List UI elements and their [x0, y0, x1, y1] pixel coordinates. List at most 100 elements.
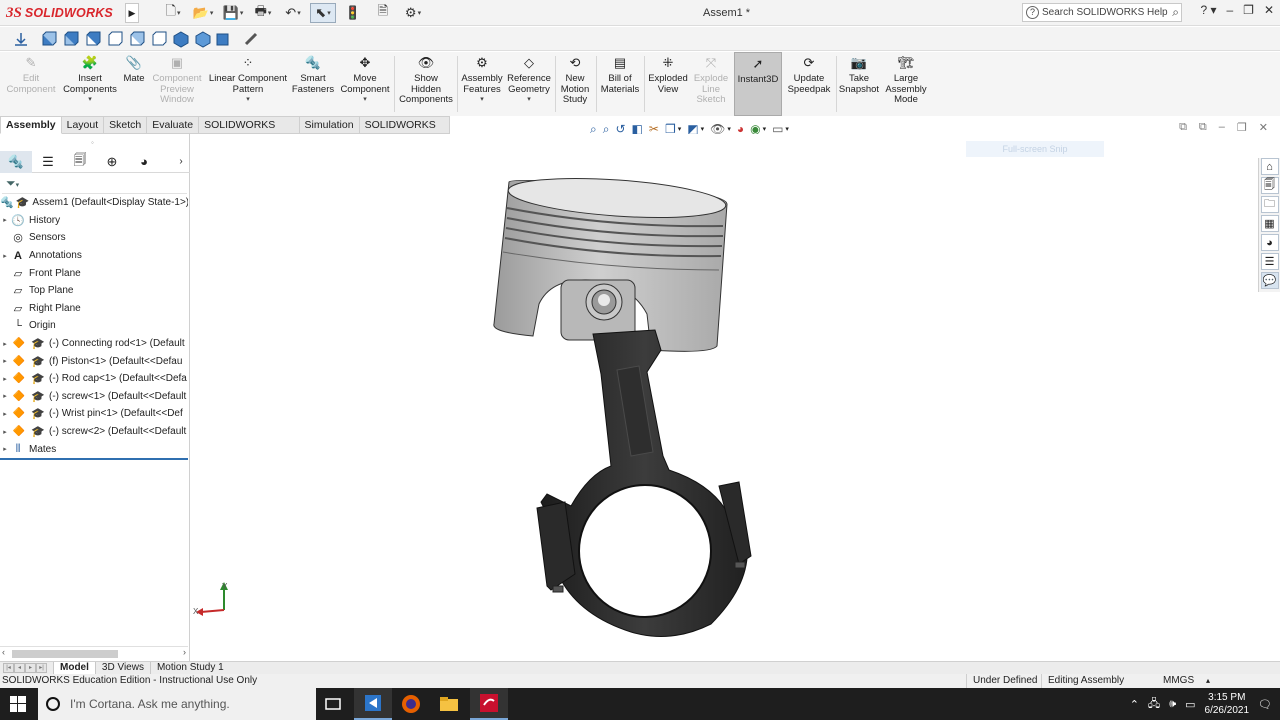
forum-icon[interactable]: 💬 — [1260, 272, 1279, 289]
display-manager-tab-icon[interactable]: ◕ — [128, 151, 160, 173]
graphics-area[interactable]: Full-screen Snip Y X — [191, 134, 1258, 661]
trimetric-view-icon[interactable] — [194, 30, 212, 48]
viewport-next-icon[interactable]: ⧉ — [1199, 121, 1207, 134]
chevron-down-icon[interactable]: ▾ — [527, 95, 531, 106]
chevron-down-icon[interactable]: ▾ — [480, 95, 484, 106]
link-view-icon[interactable] — [242, 30, 260, 48]
options-gear-button[interactable]: ⚙ ▾ — [400, 3, 426, 23]
show-hidden-icons-icon[interactable]: ⌃ — [1130, 698, 1139, 711]
configuration-manager-tab-icon[interactable]: 🗐 — [64, 151, 96, 173]
undo-button[interactable]: ↶ ▾ — [280, 3, 306, 23]
bill-of-materials-button[interactable]: ▤ Bill of Materials — [599, 54, 641, 114]
update-speedpak-button[interactable]: ⟳ Update Speedpak — [785, 54, 833, 114]
tree-item-right-plane[interactable]: ▱ Right Plane — [0, 300, 188, 318]
help-search-input[interactable]: Search SOLIDWORKS Help — [1042, 7, 1168, 18]
expand-arrow-icon[interactable]: ▸ — [0, 252, 10, 260]
expand-arrow-icon[interactable]: ▸ — [0, 445, 10, 453]
tab-3d-views[interactable]: 3D Views — [94, 661, 150, 675]
chevron-up-icon[interactable]: ▴ — [1206, 674, 1210, 688]
chevron-down-icon[interactable]: ▾ — [727, 125, 731, 133]
chevron-down-icon[interactable]: ▾ — [701, 125, 705, 133]
tab-solidworks-mbd[interactable]: SOLIDWORKS MBD — [359, 116, 450, 148]
tree-item-annotations[interactable]: ▸ A Annotations — [0, 247, 188, 265]
panel-grip-icon[interactable]: ◦ — [91, 138, 94, 147]
linear-component-pattern-button[interactable]: ⁘ Linear Component Pattern ▾ — [205, 54, 291, 114]
network-icon[interactable]: 🖧 — [1148, 695, 1160, 714]
volume-icon[interactable]: 🕪 — [1169, 698, 1176, 711]
close-window-button[interactable]: ✕ — [1264, 3, 1274, 17]
tab-motion-study-1[interactable]: Motion Study 1 — [149, 661, 230, 675]
expand-arrow-icon[interactable]: ▸ — [0, 375, 10, 383]
restore-window-button[interactable]: ❐ — [1243, 3, 1254, 17]
next-tab-icon[interactable]: ▸ — [25, 663, 36, 673]
viewport-minimize-button[interactable]: – — [1219, 121, 1225, 134]
connecting-rod-part[interactable] — [540, 329, 748, 637]
firefox-icon[interactable] — [392, 688, 430, 720]
feature-manager-tab-icon[interactable]: 🔩 — [0, 150, 32, 173]
search-icon[interactable]: ⌕ — [1172, 5, 1179, 20]
scroll-left-icon[interactable]: ‹ — [2, 647, 5, 657]
chevron-down-icon[interactable]: ▾ — [88, 95, 92, 106]
tree-item-sensors[interactable]: ◎ Sensors — [0, 229, 188, 247]
bottom-view-icon[interactable] — [150, 30, 168, 48]
clock[interactable]: 3:15 PM 6/26/2021 — [1205, 691, 1250, 717]
windows-start-icon[interactable] — [10, 696, 26, 712]
expand-arrow-icon[interactable]: ▸ — [0, 357, 10, 365]
tree-horizontal-scrollbar[interactable]: ‹ › — [0, 646, 188, 660]
tab-simulation[interactable]: Simulation — [299, 116, 360, 134]
expand-arrow-icon[interactable]: ▸ — [0, 216, 10, 224]
chevron-right-icon[interactable]: › — [172, 151, 190, 173]
tree-component-screw-1[interactable]: ▸ 🔶 🎓 (-) screw<1> (Default<<Default — [0, 388, 188, 406]
file-explorer-taskbar-icon[interactable] — [430, 688, 468, 720]
cortana-search-input[interactable]: I'm Cortana. Ask me anything. — [70, 697, 230, 711]
viewport-close-button[interactable]: ✕ — [1259, 121, 1268, 134]
component-preview-window-button[interactable]: ▣ Component Preview Window — [150, 54, 204, 114]
home-icon[interactable]: ⌂ — [1260, 158, 1279, 175]
view-palette-icon[interactable]: ▦ — [1260, 215, 1279, 232]
chevron-down-icon[interactable]: ▾ — [246, 95, 250, 106]
new-document-button[interactable]: 🗋 ▾ — [160, 3, 186, 23]
unit-system-status[interactable]: MMGS — [1157, 674, 1194, 688]
tree-component-wrist-pin[interactable]: ▸ 🔶 🎓 (-) Wrist pin<1> (Default<<Def — [0, 405, 188, 423]
exploded-view-button[interactable]: ⁜ Exploded View — [646, 54, 690, 114]
front-view-icon[interactable] — [40, 30, 58, 48]
reference-geometry-button[interactable]: ◇ Reference Geometry ▾ — [506, 54, 552, 114]
expand-arrow-icon[interactable]: ▸ — [0, 340, 10, 348]
select-button[interactable]: ⬉ ▾ — [310, 3, 336, 23]
chevron-down-icon[interactable]: ▾ — [678, 125, 682, 133]
assembly-features-button[interactable]: ⚙ Assembly Features ▾ — [460, 54, 504, 114]
viewport-restore-button[interactable]: ❐ — [1237, 121, 1247, 134]
prev-tab-icon[interactable]: ◂ — [14, 663, 25, 673]
print-button[interactable]: 🖶 ▾ — [250, 3, 276, 23]
tree-item-top-plane[interactable]: ▱ Top Plane — [0, 282, 188, 300]
chevron-down-icon[interactable]: ▾ — [785, 125, 789, 133]
property-manager-tab-icon[interactable]: ☰ — [32, 151, 64, 173]
piston-assembly-model[interactable]: Y X — [191, 134, 1258, 661]
tree-root-assembly[interactable]: 🔩 🎓 Assem1 (Default<Display State-1>) — [0, 194, 188, 212]
tab-model[interactable]: Model — [53, 661, 95, 675]
expand-arrow-icon[interactable]: ▸ — [0, 410, 10, 418]
scroll-right-icon[interactable]: › — [183, 647, 186, 657]
left-view-icon[interactable] — [84, 30, 102, 48]
tree-component-connecting-rod[interactable]: ▸ 🔶 🎓 (-) Connecting rod<1> (Default — [0, 335, 188, 353]
minimize-window-button[interactable]: – — [1226, 3, 1233, 17]
appearances-icon[interactable]: ◕ — [1260, 234, 1279, 251]
expand-arrow-icon[interactable]: ▸ — [0, 428, 10, 436]
scrollbar-thumb[interactable] — [12, 650, 118, 658]
new-motion-study-button[interactable]: ⟲ New Motion Study — [557, 54, 593, 114]
tab-layout[interactable]: Layout — [61, 116, 105, 134]
help-search-box[interactable]: ? Search SOLIDWORKS Help ⌕ — [1022, 3, 1182, 22]
notifications-icon[interactable]: 🗨 — [1258, 698, 1272, 711]
rebuild-button[interactable]: 🚦 — [340, 3, 366, 23]
expand-arrow-icon[interactable]: ▸ — [0, 392, 10, 400]
tree-item-front-plane[interactable]: ▱ Front Plane — [0, 264, 188, 282]
tab-assembly[interactable]: Assembly — [0, 116, 62, 134]
solidworks-taskbar-icon[interactable] — [470, 688, 508, 720]
smart-fasteners-button[interactable]: 🔩 Smart Fasteners — [290, 54, 336, 114]
right-view-icon[interactable] — [106, 30, 124, 48]
take-snapshot-button[interactable]: 📷 Take Snapshot — [838, 54, 880, 114]
top-view-icon[interactable] — [128, 30, 146, 48]
dimetric-view-icon[interactable] — [214, 30, 232, 48]
mate-button[interactable]: 📎 Mate — [120, 54, 148, 114]
back-view-icon[interactable] — [62, 30, 80, 48]
